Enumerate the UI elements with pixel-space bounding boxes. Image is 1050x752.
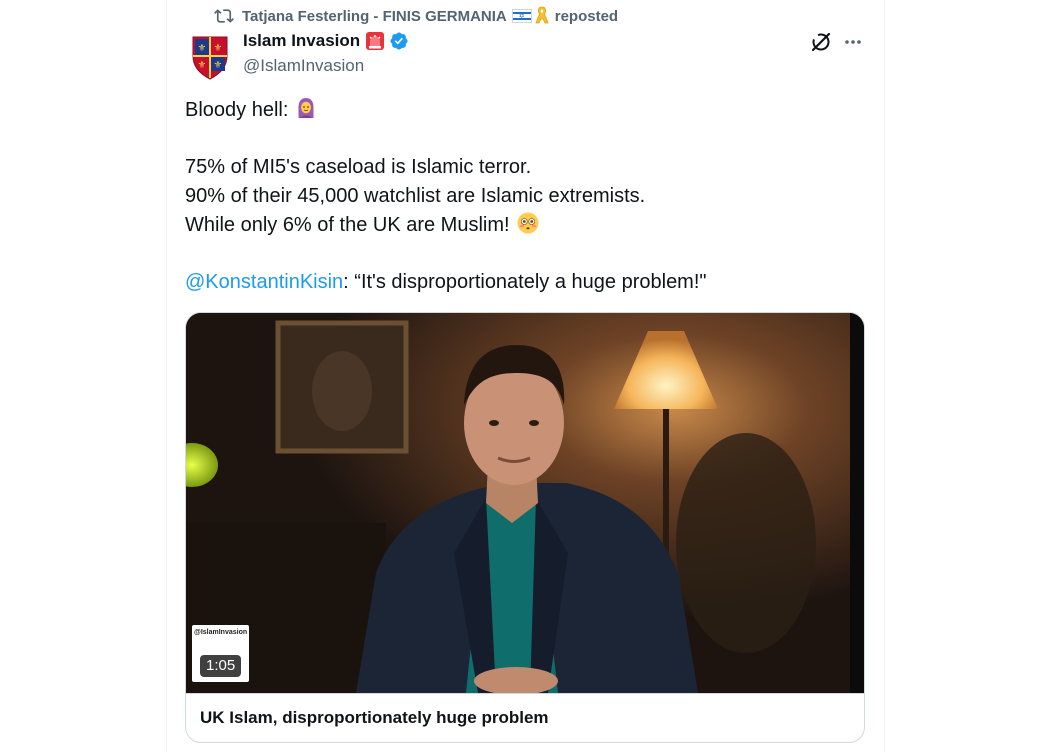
verified-badge-icon (390, 32, 408, 50)
author-handle[interactable]: @IslamInvasion (243, 56, 364, 76)
tweet-line-1: Bloody hell: (185, 96, 865, 125)
video-duration-badge: 1:05 (200, 655, 242, 677)
tweet-text: Bloody hell: 75% of MI5's caseload is Is… (185, 96, 865, 297)
israel-flag-icon: ✡ (511, 9, 532, 23)
siren-icon (366, 32, 385, 50)
watermark-handle: @IslamInvasion (194, 629, 248, 636)
svg-text:⚜: ⚜ (214, 60, 223, 71)
video-card[interactable]: @IslamInvasion 1:05 UK Islam, disproport… (185, 312, 865, 743)
avatar[interactable]: ⚜ ⚜ ⚜ ⚜ (190, 34, 230, 80)
repost-icon (214, 9, 234, 23)
more-icon[interactable] (843, 33, 863, 51)
tweet-text-bloody-hell: Bloody hell: (185, 99, 289, 121)
woman-with-headscarf-emoji-icon (298, 98, 314, 118)
card-title[interactable]: UK Islam, disproportionately huge proble… (186, 693, 864, 742)
video-player[interactable]: @IslamInvasion 1:05 (186, 313, 864, 693)
repost-user[interactable]: Tatjana Festerling - FINIS GERMANIA (242, 8, 507, 25)
grok-icon[interactable] (810, 31, 832, 53)
page: Tatjana Festerling - FINIS GERMANIA ✡ re… (0, 0, 1050, 752)
repost-label: reposted (554, 7, 619, 25)
svg-text:⚜: ⚜ (214, 43, 223, 54)
video-frame (186, 313, 864, 693)
flushed-face-emoji-icon (517, 212, 539, 234)
tweet-line-2: 75% of MI5's caseload is Islamic terror. (185, 156, 532, 178)
author-name-row[interactable]: Islam Invasion (243, 31, 409, 51)
yellow-ribbon-icon (535, 6, 549, 24)
tweet-line-5: @KonstantinKisin: “It's disproportionate… (185, 268, 865, 297)
svg-text:⚜: ⚜ (198, 43, 207, 54)
tweet-line-4: While only 6% of the UK are Muslim! (185, 211, 865, 240)
author-display-name[interactable]: Islam Invasion (243, 31, 360, 51)
tweet-text-muslim: While only 6% of the UK are Muslim! (185, 214, 510, 236)
tweet-quote: : “It's disproportionately a huge proble… (343, 271, 707, 293)
repost-header[interactable]: Tatjana Festerling - FINIS GERMANIA ✡ re… (214, 6, 618, 26)
mention-link[interactable]: @KonstantinKisin (185, 271, 343, 293)
svg-text:⚜: ⚜ (198, 60, 207, 71)
tweet-line-3: 90% of their 45,000 watchlist are Islami… (185, 185, 646, 207)
